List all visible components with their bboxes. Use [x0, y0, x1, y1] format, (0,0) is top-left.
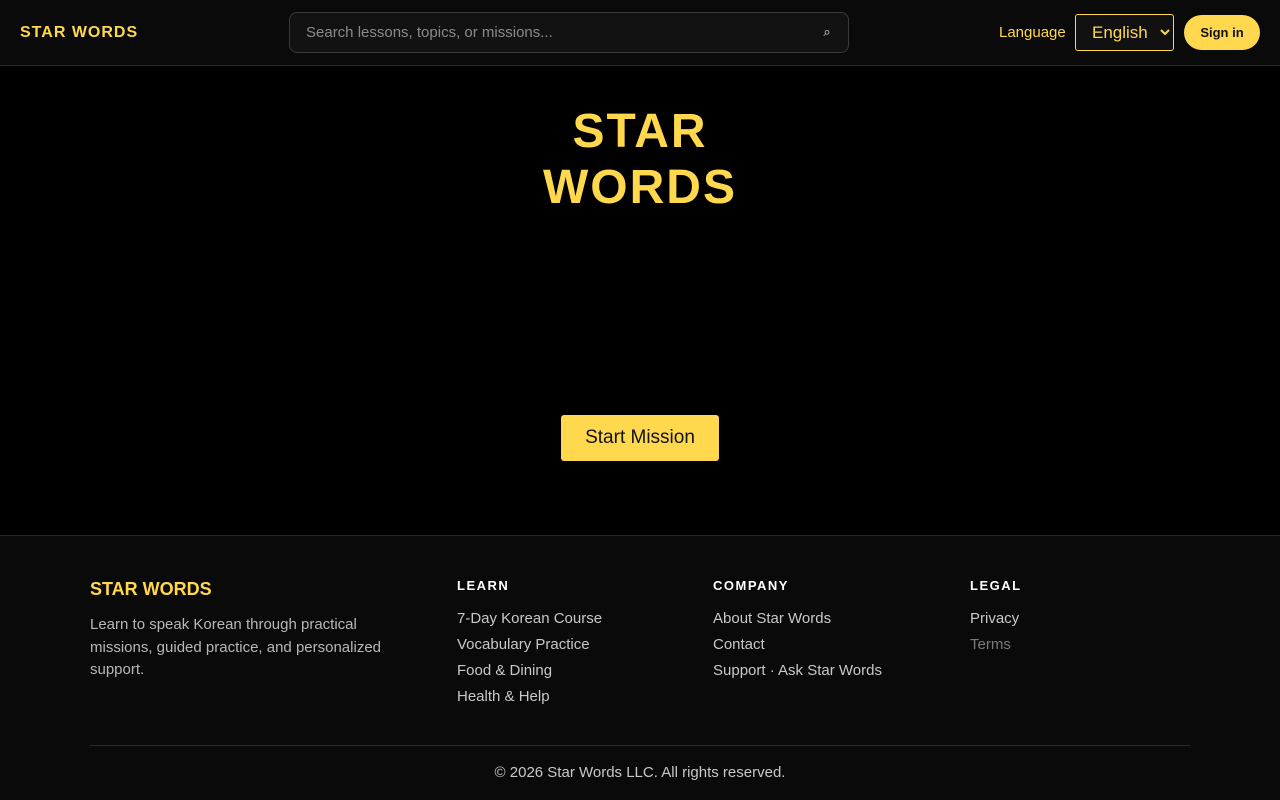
top-navigation-bar: STAR WORDS ⌕ Language English Sign in: [0, 0, 1280, 66]
footer-heading-legal: LEGAL: [970, 578, 1022, 593]
footer-link-about[interactable]: About Star Words: [713, 606, 882, 632]
search-box[interactable]: ⌕: [289, 12, 849, 53]
language-select[interactable]: English: [1075, 14, 1174, 51]
hero-title: STAR WORDS: [440, 104, 840, 216]
footer-link-health-help[interactable]: Health & Help: [457, 684, 602, 710]
footer-heading-company: COMPANY: [713, 578, 789, 593]
language-label: Language: [999, 24, 1066, 41]
start-mission-button[interactable]: Start Mission: [561, 415, 719, 461]
footer-link-vocabulary[interactable]: Vocabulary Practice: [457, 632, 602, 658]
search-icon[interactable]: ⌕: [820, 24, 834, 40]
search-input[interactable]: [290, 13, 810, 52]
footer-link-terms[interactable]: Terms: [970, 632, 1022, 658]
hero-title-line-1: STAR: [572, 105, 708, 158]
footer-link-korean-course[interactable]: 7-Day Korean Course: [457, 606, 602, 632]
footer-description: Learn to speak Korean through practical …: [90, 616, 381, 678]
footer-heading-learn: LEARN: [457, 578, 510, 593]
copyright-text: © 2026 Star Words LLC. All rights reserv…: [494, 764, 786, 781]
footer-divider: [90, 745, 1190, 746]
footer-brand: STAR WORDS: [90, 579, 212, 599]
footer-link-support[interactable]: Support · Ask Star Words: [713, 658, 882, 684]
footer-link-privacy[interactable]: Privacy: [970, 606, 1022, 632]
footer-link-food-dining[interactable]: Food & Dining: [457, 658, 602, 684]
footer-column-legal: LEGAL Privacy Terms: [970, 578, 1022, 658]
site-footer: STAR WORDS Learn to speak Korean through…: [0, 535, 1280, 800]
sign-in-button[interactable]: Sign in: [1184, 15, 1260, 50]
footer-column-learn: LEARN 7-Day Korean Course Vocabulary Pra…: [457, 578, 602, 710]
hero-title-line-2: WORDS: [543, 161, 737, 214]
brand-logo[interactable]: STAR WORDS: [20, 23, 138, 43]
footer-link-contact[interactable]: Contact: [713, 632, 882, 658]
footer-column-company: COMPANY About Star Words Contact Support…: [713, 578, 882, 684]
